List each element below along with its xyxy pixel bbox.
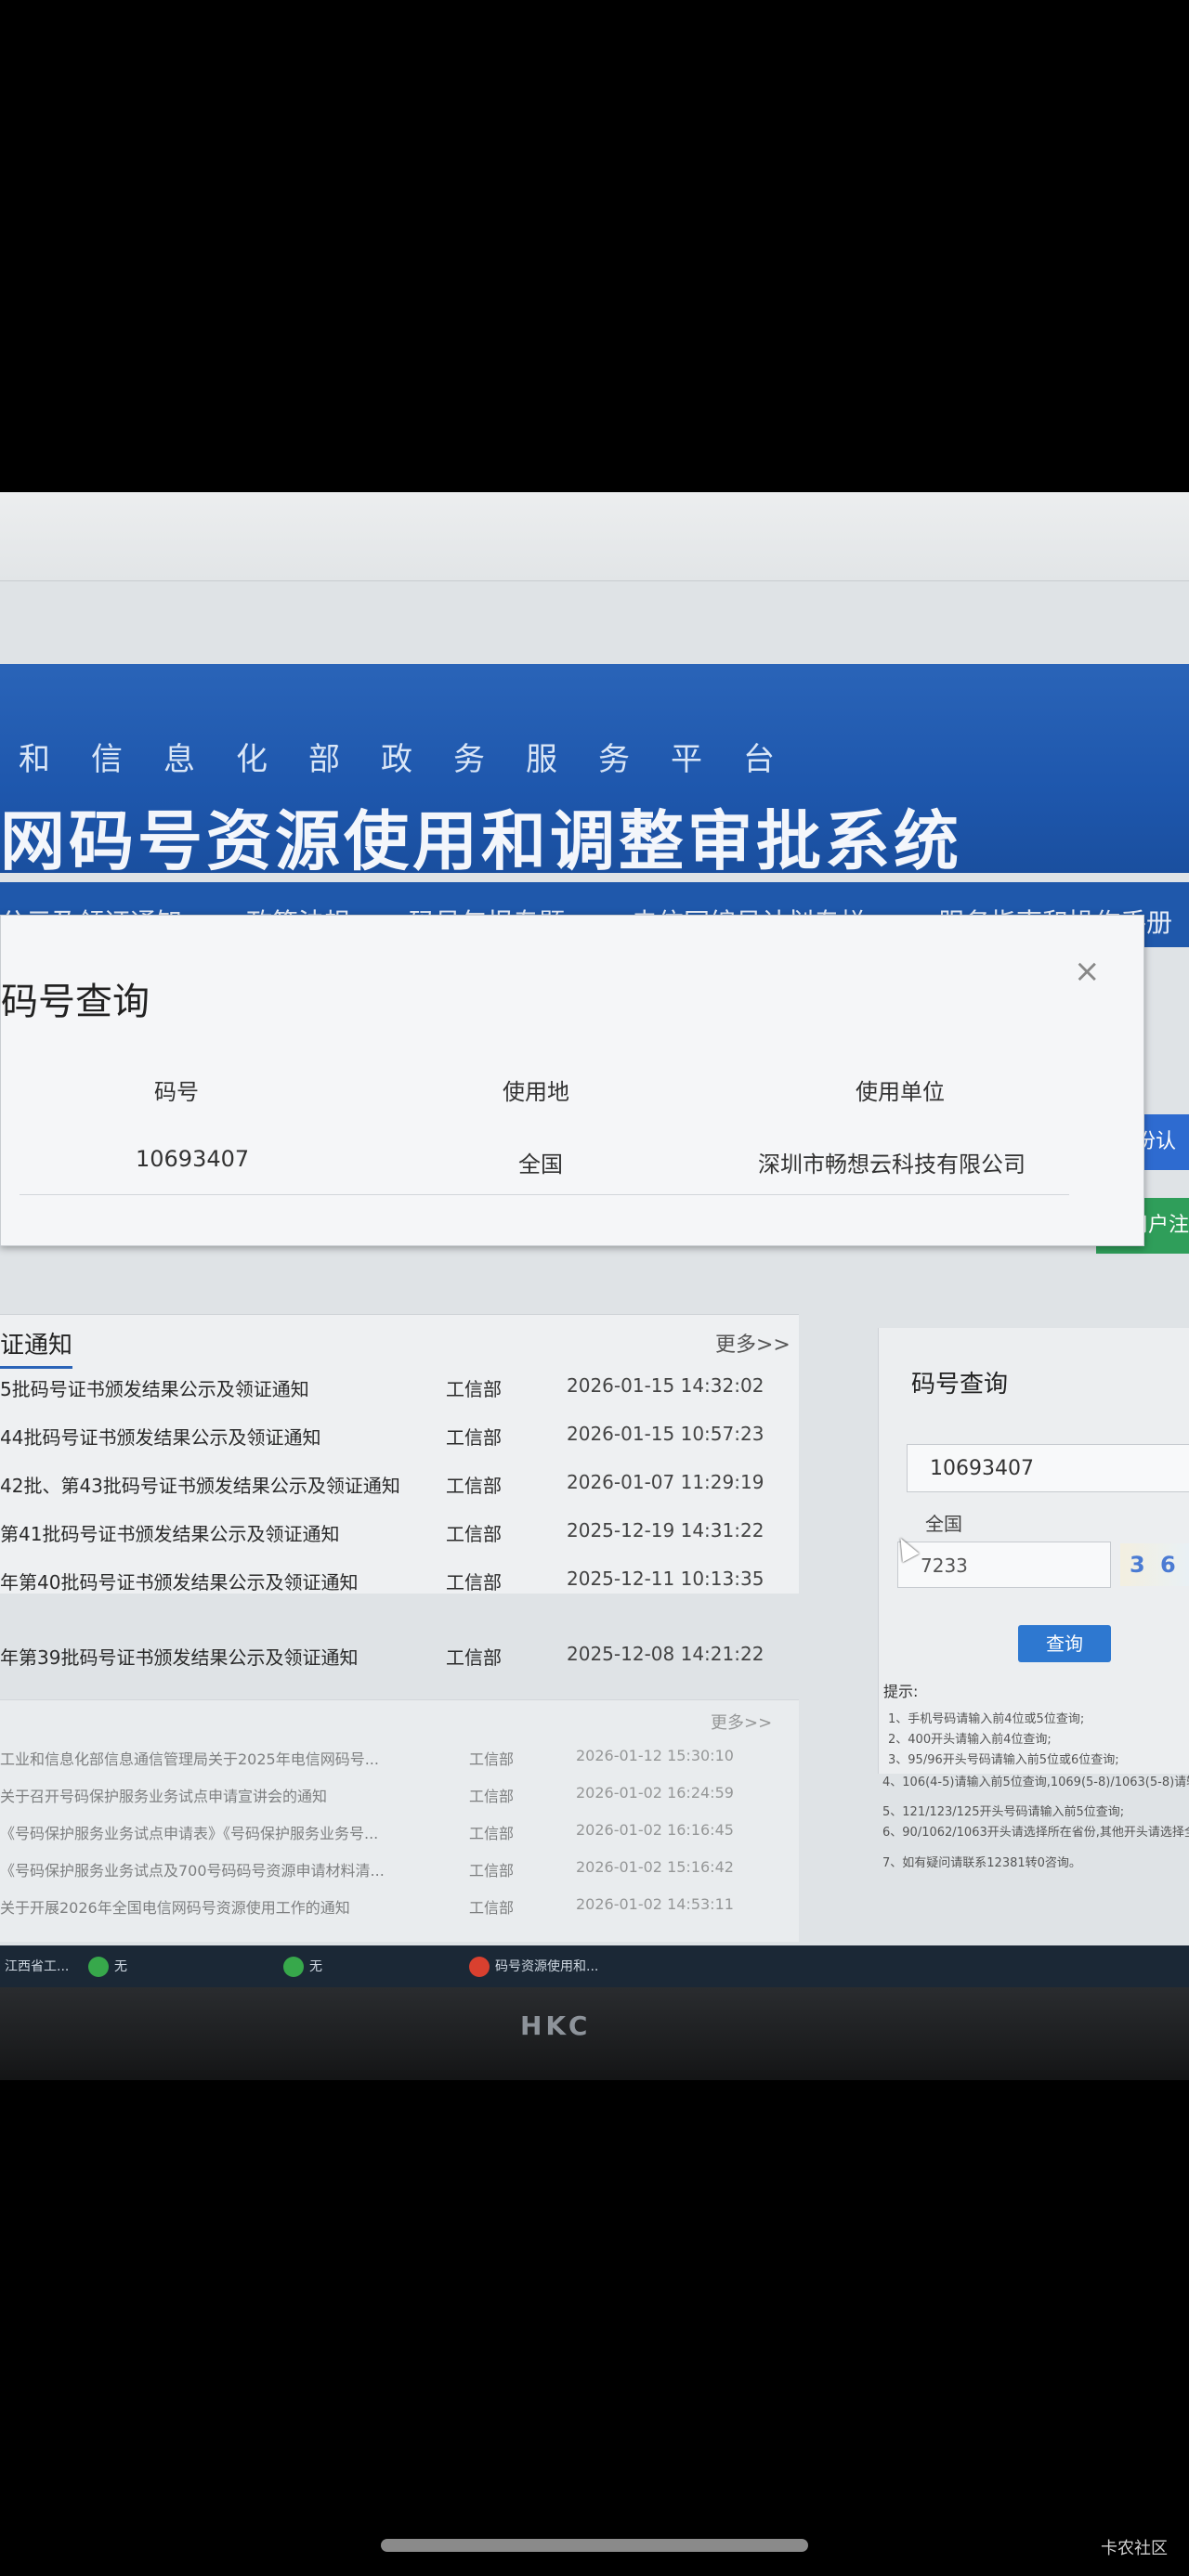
policy-title: 《号码保护服务业务试点及700号码码号资源申请材料清... — [0, 1862, 385, 1880]
header-unit: 使用单位 — [856, 1079, 945, 1105]
policy-time: 2026-01-12 15:30:10 — [576, 1747, 734, 1764]
tip-item: 1、手机号码请输入前4位或5位查询; — [888, 1712, 1085, 1726]
banner-subtitle: 和信息化部政务服务平台 — [19, 741, 816, 778]
notice-title: 年第39批码号证书颁发结果公示及领证通知 — [0, 1646, 359, 1669]
policy-time: 2026-01-02 16:24:59 — [576, 1784, 734, 1802]
policy-dept: 工信部 — [469, 1788, 515, 1805]
query-result-modal: 码号查询 × 码号 使用地 使用单位 10693407 全国 深圳市畅想云科技有… — [0, 915, 1144, 1246]
policy-title: 关于开展2026年全国电信网码号资源使用工作的通知 — [0, 1899, 350, 1917]
tip-item: 3、95/96开头号码请输入前5位或6位查询; — [888, 1753, 1119, 1767]
notice-time: 2025-12-19 14:31:22 — [567, 1519, 764, 1542]
cell-region: 全国 — [518, 1151, 563, 1177]
cell-unit: 深圳市畅想云科技有限公司 — [758, 1151, 1026, 1177]
taskbar-item[interactable]: 无 — [283, 1953, 322, 1981]
query-panel-title: 码号查询 — [911, 1371, 1009, 1399]
policy-row[interactable]: 关于召开号码保护服务业务试点申请宣讲会的通知 工信部 2026-01-02 16… — [0, 1775, 799, 1812]
app-icon — [88, 1957, 109, 1977]
notice-title: 年第40批码号证书颁发结果公示及领证通知 — [0, 1571, 359, 1594]
policy-time: 2026-01-02 14:53:11 — [576, 1895, 734, 1913]
notice-time: 2026-01-15 14:32:02 — [567, 1374, 764, 1397]
notice-title: 5批码号证书颁发结果公示及领证通知 — [0, 1378, 309, 1400]
tip-item: 5、121/123/125开头号码请输入前5位查询; — [882, 1805, 1125, 1819]
notice-dept: 工信部 — [446, 1378, 502, 1400]
notice-dept: 工信部 — [446, 1523, 502, 1545]
taskbar-item[interactable]: 江西省工... — [5, 1953, 69, 1981]
notice-time: 2025-12-08 14:21:22 — [567, 1643, 764, 1665]
header-region: 使用地 — [503, 1079, 569, 1105]
notice-title: 42批、第43批码号证书颁发结果公示及领证通知 — [0, 1475, 400, 1497]
query-panel: 码号查询 10693407 全国 7233 3 6 查询 提示: 1、手机号码请… — [878, 1328, 1189, 1774]
notice-title: 44批码号证书颁发结果公示及领证通知 — [0, 1426, 321, 1449]
notice-more-link[interactable]: 更多>> — [715, 1328, 790, 1358]
notice-dept: 工信部 — [446, 1571, 502, 1594]
browser-chrome — [0, 492, 1189, 581]
tip-item: 4、106(4-5)请输入前5位查询,1069(5-8)/1063(5-8)请输… — [882, 1776, 1189, 1789]
app-icon — [283, 1957, 304, 1977]
number-input[interactable]: 10693407 — [907, 1444, 1189, 1492]
policy-row[interactable]: 工业和信息化部信息通信管理局关于2025年电信网码号... 工信部 2026-0… — [0, 1737, 799, 1775]
policy-time: 2026-01-02 16:16:45 — [576, 1821, 734, 1839]
header-number: 码号 — [154, 1079, 199, 1105]
taskbar: 江西省工... 无 无 码号资源使用和... — [0, 1945, 1189, 1987]
monitor-brand-logo: HKC — [520, 2010, 592, 2041]
notice-time: 2026-01-07 11:29:19 — [567, 1471, 764, 1493]
tip-item: 2、400开头请输入前4位查询; — [888, 1733, 1052, 1747]
policy-time: 2026-01-02 15:16:42 — [576, 1858, 734, 1876]
notice-row[interactable]: 年第39批码号证书颁发结果公示及领证通知 工信部 2025-12-08 14:2… — [0, 1630, 799, 1678]
taskbar-item-label: 码号资源使用和... — [495, 1959, 599, 1974]
notice-row[interactable]: 年第40批码号证书颁发结果公示及领证通知 工信部 2025-12-11 10:1… — [0, 1555, 799, 1594]
policy-dept: 工信部 — [469, 1825, 515, 1842]
browser-icon — [469, 1957, 490, 1977]
tip-item: 7、如有疑问请联系12381转0咨询。 — [882, 1856, 1081, 1870]
policy-title: 工业和信息化部信息通信管理局关于2025年电信网码号... — [0, 1750, 379, 1768]
modal-divider — [20, 1194, 1069, 1195]
notice-panel: 证通知 更多>> 5批码号证书颁发结果公示及领证通知 工信部 2026-01-1… — [0, 1314, 799, 1594]
policy-dept: 工信部 — [469, 1750, 515, 1768]
notice-time: 2025-12-11 10:13:35 — [567, 1568, 764, 1590]
monitor-bezel: HKC — [0, 1987, 1189, 2080]
region-select[interactable]: 全国 — [925, 1509, 962, 1536]
taskbar-item-label: 无 — [309, 1959, 322, 1974]
taskbar-item-label: 江西省工... — [5, 1959, 70, 1974]
policy-row[interactable]: 《号码保护服务业务试点申请表》《号码保护服务业务号... 工信部 2026-01… — [0, 1812, 799, 1849]
tip-item: 6、90/1062/1063开头请选择所在省份,其他开头请选择全国; — [882, 1826, 1189, 1840]
query-button[interactable]: 查询 — [1018, 1625, 1111, 1662]
policy-row[interactable]: 《号码保护服务业务试点及700号码码号资源申请材料清... 工信部 2026-0… — [0, 1849, 799, 1886]
policy-title: 关于召开号码保护服务业务试点申请宣讲会的通知 — [0, 1788, 328, 1805]
modal-title: 码号查询 — [1, 981, 150, 1023]
notice-row[interactable]: 5批码号证书颁发结果公示及领证通知 工信部 2026-01-15 14:32:0… — [0, 1361, 799, 1410]
notice-dept: 工信部 — [446, 1475, 502, 1497]
policy-title: 《号码保护服务业务试点申请表》《号码保护服务业务号... — [0, 1825, 379, 1842]
notice-row[interactable]: 42批、第43批码号证书颁发结果公示及领证通知 工信部 2026-01-07 1… — [0, 1458, 799, 1506]
captcha-input[interactable]: 7233 — [897, 1542, 1111, 1588]
notice-dept: 工信部 — [446, 1646, 502, 1669]
notice-row[interactable]: 第41批码号证书颁发结果公示及领证通知 工信部 2025-12-19 14:31… — [0, 1506, 799, 1555]
watermark-text: 卡农社区 — [1101, 2539, 1168, 2558]
notice-row[interactable]: 44批码号证书颁发结果公示及领证通知 工信部 2026-01-15 10:57:… — [0, 1410, 799, 1458]
policy-panel: 更多>> 工业和信息化部信息通信管理局关于2025年电信网码号... 工信部 2… — [0, 1699, 799, 1942]
close-icon[interactable]: × — [1074, 953, 1101, 990]
cell-number: 10693407 — [136, 1146, 250, 1172]
tips-label: 提示: — [883, 1683, 919, 1700]
taskbar-item[interactable]: 无 — [88, 1953, 127, 1981]
captcha-image[interactable]: 3 6 — [1120, 1543, 1189, 1586]
policy-row[interactable]: 关于开展2026年全国电信网码号资源使用工作的通知 工信部 2026-01-02… — [0, 1886, 799, 1923]
notice-title: 第41批码号证书颁发结果公示及领证通知 — [0, 1523, 340, 1545]
policy-dept: 工信部 — [469, 1862, 515, 1880]
notice-time: 2026-01-15 10:57:23 — [567, 1423, 764, 1445]
banner-title: 网码号资源使用和调整审批系统 — [0, 803, 962, 879]
policy-more-link[interactable]: 更多>> — [711, 1710, 772, 1734]
home-indicator[interactable] — [381, 2539, 808, 2552]
policy-dept: 工信部 — [469, 1899, 515, 1917]
notice-dept: 工信部 — [446, 1426, 502, 1449]
taskbar-item[interactable]: 码号资源使用和... — [469, 1953, 598, 1981]
monitor-screen: 和信息化部政务服务平台 网码号资源使用和调整审批系统 公示及领证通知 政策法规 … — [0, 492, 1189, 1987]
taskbar-item-label: 无 — [114, 1959, 127, 1974]
